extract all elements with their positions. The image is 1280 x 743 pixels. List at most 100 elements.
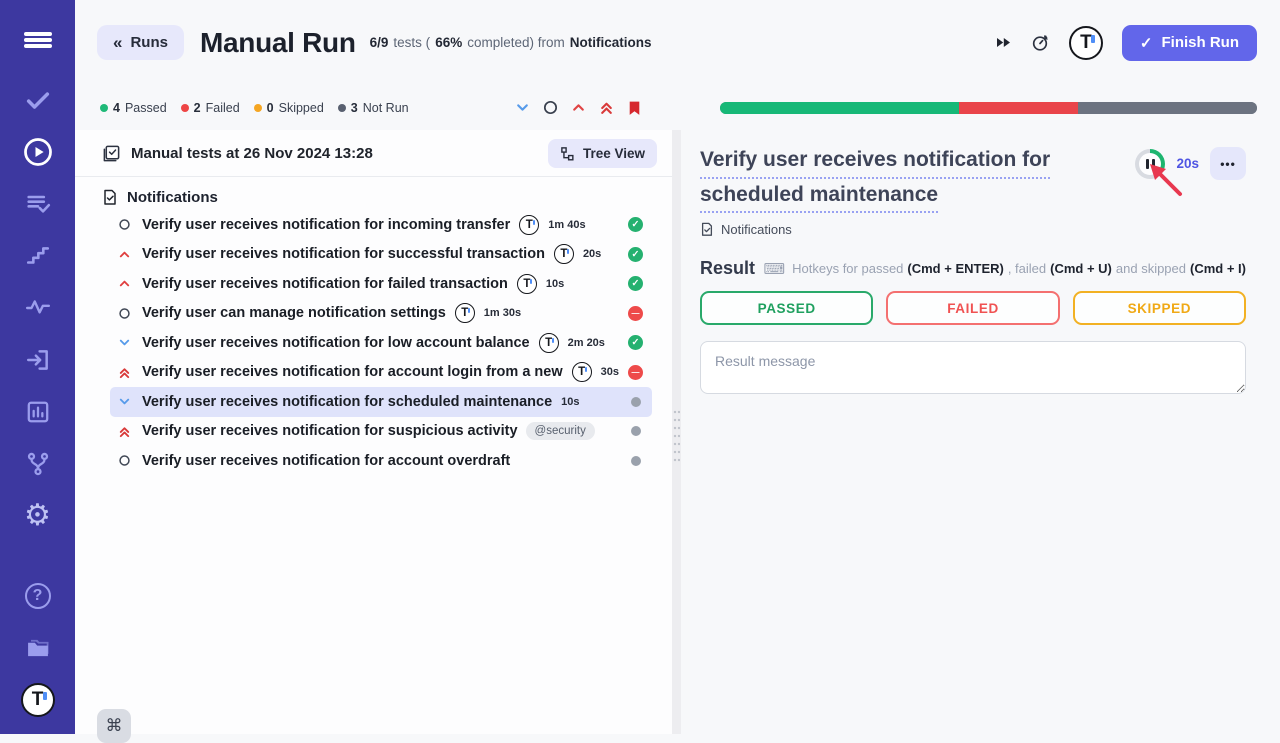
logo-letter: T	[1069, 26, 1103, 60]
page-title: Manual Run	[200, 27, 356, 59]
suite-group-notifications[interactable]: Notifications	[102, 189, 672, 206]
test-row[interactable]: Verify user receives notification for su…	[110, 240, 652, 270]
percent-completed: 66%	[435, 35, 462, 50]
status-bar: 4 Passed 2 Failed 0 Skipped 3 Not Run	[75, 85, 1280, 130]
menu-icon[interactable]	[20, 22, 56, 58]
test-duration: 30s	[601, 366, 619, 378]
folder-icon[interactable]	[20, 630, 56, 666]
fast-forward-icon[interactable]	[995, 35, 1012, 50]
test-row[interactable]: Verify user receives notification for su…	[110, 417, 652, 447]
logo-letter: T	[21, 683, 55, 717]
steps-icon[interactable]	[20, 238, 56, 274]
status-passed-badge	[628, 247, 643, 262]
status-failed-badge	[628, 306, 643, 321]
test-duration: 10s	[546, 278, 564, 290]
test-row[interactable]: Verify user receives notification for ac…	[110, 446, 652, 476]
timer-controls: 20s •••	[1135, 147, 1246, 180]
branch-icon[interactable]	[20, 446, 56, 482]
more-options-button[interactable]: •••	[1210, 147, 1246, 180]
automation-logo-icon: T	[539, 333, 559, 353]
test-row[interactable]: Verify user receives notification for fa…	[110, 269, 652, 299]
help-icon[interactable]	[20, 578, 56, 614]
brand-logo-button[interactable]: T	[1069, 26, 1103, 60]
skipped-button[interactable]: SKIPPED	[1073, 291, 1246, 325]
list-panel-header: Manual tests at 26 Nov 2024 13:28 Tree V…	[75, 130, 672, 177]
finish-run-button[interactable]: ✓ Finish Run	[1122, 25, 1257, 61]
list-check-icon[interactable]	[20, 186, 56, 222]
test-detail-panel: Verify user receives notification for sc…	[681, 130, 1280, 734]
priority-high-icon	[117, 277, 131, 290]
priority-low-icon	[117, 395, 131, 408]
play-circle-icon[interactable]	[20, 134, 56, 170]
chevrons-left-icon: «	[113, 34, 122, 51]
document-check-icon	[102, 189, 118, 206]
bookmark-icon[interactable]	[627, 100, 642, 116]
chevron-up-icon[interactable]	[571, 100, 586, 115]
status-notrun-badge	[631, 426, 643, 436]
document-check-icon	[700, 222, 714, 237]
command-shortcuts-button[interactable]: ⌘	[97, 709, 131, 743]
test-row[interactable]: Verify user receives notification for ac…	[110, 358, 652, 388]
priority-normal-icon	[117, 218, 131, 231]
notrun-dot	[338, 104, 346, 112]
run-progress-bar	[720, 102, 1257, 114]
test-row[interactable]: Verify user receives notification for in…	[110, 210, 652, 240]
test-duration: 10s	[561, 396, 579, 408]
tree-view-button[interactable]: Tree View	[548, 139, 657, 168]
result-header: Result ⌨ Hotkeys for passed (Cmd + ENTER…	[700, 258, 1246, 279]
test-duration: 2m 20s	[568, 337, 605, 349]
result-heading: Result	[700, 258, 755, 279]
passed-button[interactable]: PASSED	[700, 291, 873, 325]
priority-filters	[515, 100, 642, 116]
result-message-input[interactable]	[700, 341, 1246, 394]
automation-logo-icon: T	[455, 303, 475, 323]
priority-critical-icon	[117, 425, 131, 438]
passed-counter[interactable]: 4 Passed	[100, 101, 167, 115]
main-area: « Runs Manual Run 6/9 tests ( 66% comple…	[75, 0, 1280, 734]
panel-resize-divider[interactable]	[672, 130, 681, 734]
test-title-editable[interactable]: Verify user receives notification for sc…	[700, 144, 1130, 213]
back-to-runs-button[interactable]: « Runs	[97, 25, 184, 60]
chevron-down-icon[interactable]	[515, 100, 530, 115]
skipped-dot	[254, 104, 262, 112]
breadcrumb[interactable]: Notifications	[700, 222, 1246, 237]
progress-passed-segment	[720, 102, 959, 114]
passed-dot	[100, 104, 108, 112]
status-failed-badge	[628, 365, 643, 380]
login-icon[interactable]	[20, 342, 56, 378]
priority-high-icon	[117, 248, 131, 261]
status-passed-badge	[628, 217, 643, 232]
run-subtitle: 6/9 tests ( 66% completed) from Notifica…	[370, 35, 652, 50]
stopwatch-icon[interactable]	[1031, 33, 1050, 52]
top-right-actions: T ✓ Finish Run	[995, 25, 1280, 61]
check-icon[interactable]	[20, 82, 56, 118]
drag-handle[interactable]	[673, 408, 680, 464]
app-sidebar: ⚙ T	[0, 0, 75, 734]
keyboard-icon: ⌨	[763, 260, 785, 278]
failed-dot	[181, 104, 189, 112]
failed-button[interactable]: FAILED	[886, 291, 1059, 325]
priority-low-icon	[117, 336, 131, 349]
priority-normal-icon	[117, 454, 131, 467]
pause-timer-button[interactable]	[1135, 149, 1165, 179]
test-row[interactable]: Verify user receives notification for lo…	[110, 328, 652, 358]
chevrons-up-icon[interactable]	[599, 100, 614, 115]
status-passed-badge	[628, 276, 643, 291]
gear-icon[interactable]: ⚙	[20, 498, 56, 534]
pulse-icon[interactable]	[20, 290, 56, 326]
notrun-counter[interactable]: 3 Not Run	[338, 101, 409, 115]
test-row[interactable]: Verify user can manage notification sett…	[110, 299, 652, 329]
test-row-selected[interactable]: Verify user receives notification for sc…	[110, 387, 652, 417]
app-logo[interactable]: T	[20, 682, 56, 718]
back-to-runs-label: Runs	[130, 34, 168, 51]
progress-notrun-segment	[1078, 102, 1257, 114]
skipped-counter[interactable]: 0 Skipped	[254, 101, 324, 115]
tree-icon	[560, 146, 575, 161]
check-icon: ✓	[1140, 34, 1153, 52]
failed-counter[interactable]: 2 Failed	[181, 101, 240, 115]
circle-priority-icon[interactable]	[543, 100, 558, 115]
run-list-title: Manual tests at 26 Nov 2024 13:28	[131, 145, 373, 162]
pause-icon	[1139, 153, 1161, 175]
priority-critical-icon	[117, 366, 131, 379]
chart-icon[interactable]	[20, 394, 56, 430]
